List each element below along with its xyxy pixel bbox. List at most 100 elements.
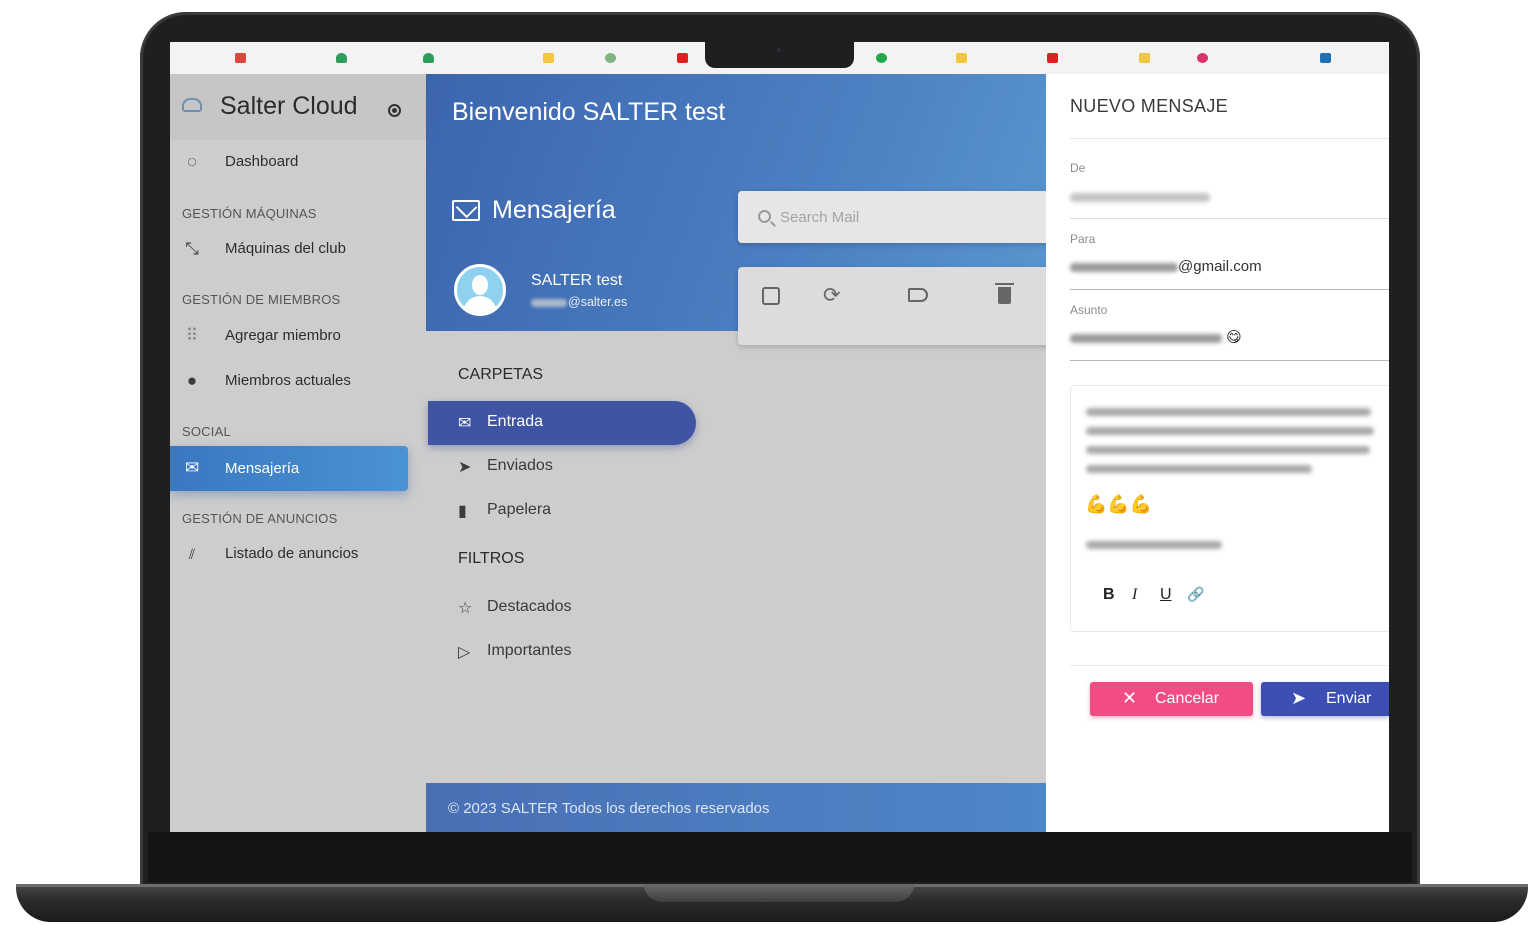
youtube-icon[interactable] [677, 53, 688, 63]
footer-text: © 2023 SALTER Todos los derechos reserva… [448, 800, 770, 817]
folder-label: Entrada [487, 413, 544, 430]
envelope-icon: ✉ [184, 458, 200, 477]
cloud-logo-icon [182, 98, 202, 112]
from-field[interactable] [1070, 188, 1210, 205]
instagram-icon[interactable] [1197, 53, 1208, 63]
redacted-text [1070, 262, 1178, 272]
redacted-text [1086, 465, 1312, 473]
label-icon: ▷ [458, 644, 471, 661]
laptop-base-notch [644, 884, 914, 902]
filter-label: Importantes [487, 642, 572, 659]
send-button[interactable]: ➤ Enviar [1261, 682, 1389, 716]
emoji: 💪💪💪 [1085, 494, 1153, 514]
divider [1070, 665, 1389, 666]
subject-label: Asunto [1070, 303, 1108, 317]
folder-label: Papelera [487, 501, 552, 518]
cancel-label: Cancelar [1155, 690, 1220, 707]
send-icon: ➤ [1291, 688, 1307, 708]
sidebar-item-ads-list[interactable]: ⫽ Listado de anuncios [170, 534, 426, 574]
brand-header: Salter Cloud [170, 74, 426, 140]
emoji: 😋 [1226, 329, 1242, 346]
trash-icon[interactable] [995, 283, 1014, 304]
redacted-text [1086, 427, 1374, 435]
brand-title: Salter Cloud [220, 92, 358, 120]
filters-heading: FILTROS [458, 550, 525, 567]
grid-icon: ⠿ [185, 326, 199, 345]
sidebar-item-label: Máquinas del club [225, 240, 346, 257]
redacted-text [1086, 408, 1371, 416]
sidebar-toggle-radio[interactable] [388, 104, 401, 117]
section-social: SOCIAL [182, 424, 231, 439]
sidebar-item-label: Dashboard [225, 153, 299, 170]
sidebar-item-current-members[interactable]: ● Miembros actuales [170, 361, 426, 401]
compose-panel: NUEVO MENSAJE De Para @gmail.com Asunto … [1046, 74, 1389, 832]
select-all-checkbox[interactable] [762, 287, 780, 305]
italic-button[interactable]: I [1132, 586, 1137, 604]
close-icon: ✕ [1122, 688, 1138, 708]
folder-inbox[interactable]: ✉ Entrada [428, 401, 696, 445]
from-underline [1070, 218, 1389, 219]
folder-sent[interactable]: ➤ Enviados [428, 445, 696, 489]
trash-icon: ▮ [458, 503, 467, 520]
sidebar-item-label: Agregar miembro [225, 327, 341, 344]
footer: © 2023 SALTER Todos los derechos reserva… [426, 783, 1046, 832]
search-input[interactable]: Search Mail [780, 209, 859, 226]
youtube-icon[interactable] [1047, 53, 1058, 63]
printer-icon[interactable] [605, 53, 616, 63]
section-members: GESTIÓN DE MIEMBROS [182, 292, 341, 307]
folder-icon[interactable] [956, 53, 967, 63]
refresh-icon[interactable]: ⟳ [823, 283, 841, 308]
drive-icon[interactable] [336, 53, 347, 63]
broadcast-icon: ⫽ [188, 546, 196, 562]
to-domain: @gmail.com [1178, 258, 1262, 275]
email-domain: @salter.es [568, 295, 628, 309]
user-circle-icon: ● [186, 371, 198, 390]
cancel-button[interactable]: ✕ Cancelar [1090, 682, 1253, 716]
subject-field[interactable]: 😋 [1070, 328, 1242, 346]
gmail-icon[interactable] [235, 53, 246, 63]
sidebar-item-add-member[interactable]: ⠿ Agregar miembro [170, 316, 426, 356]
linkedin-icon[interactable] [1320, 53, 1331, 63]
redacted-text [1086, 446, 1370, 454]
user-email: @salter.es [531, 295, 627, 309]
filter-starred[interactable]: ☆ Destacados [428, 586, 696, 630]
avatar[interactable] [454, 264, 506, 316]
message-editor[interactable]: 💪💪💪 B I U 🔗 [1070, 385, 1389, 632]
whatsapp-icon[interactable] [876, 53, 887, 63]
label-icon[interactable] [908, 288, 928, 302]
search-icon [758, 210, 771, 223]
divider [1070, 138, 1389, 139]
drive-icon[interactable] [423, 53, 434, 63]
sidebar-item-label: Mensajería [225, 460, 300, 477]
to-field[interactable]: @gmail.com [1070, 258, 1262, 275]
search-box[interactable]: Search Mail [738, 191, 1058, 243]
folders-heading: CARPETAS [458, 366, 544, 383]
underline-button[interactable]: U [1160, 586, 1172, 604]
avatar-body [463, 296, 497, 313]
sidebar: Salter Cloud ◌ Dashboard GESTIÓN MÁQUINA… [170, 74, 426, 832]
palette-icon: ◌ [186, 152, 198, 171]
sidebar-item-messaging[interactable]: ✉ Mensajería [170, 446, 408, 491]
sidebar-item-label: Miembros actuales [225, 372, 351, 389]
folder-icon[interactable] [543, 53, 554, 63]
bold-button[interactable]: B [1103, 586, 1115, 604]
redacted-text [1086, 541, 1222, 549]
sidebar-item-label: Listado de anuncios [225, 545, 359, 562]
bookmark-bar [170, 42, 1389, 74]
camera-notch [705, 42, 854, 68]
sidebar-item-dashboard[interactable]: ◌ Dashboard [170, 142, 426, 182]
link-icon[interactable]: 🔗 [1187, 586, 1204, 603]
sidebar-item-machines[interactable]: ⤡ Máquinas del club [170, 229, 426, 269]
subject-underline [1070, 360, 1389, 361]
section-ads: GESTIÓN DE ANUNCIOS [182, 511, 338, 526]
filter-label: Destacados [487, 598, 572, 615]
filter-important[interactable]: ▷ Importantes [428, 630, 696, 674]
redacted-text [531, 298, 567, 307]
star-icon: ☆ [458, 600, 473, 617]
welcome-title: Bienvenido SALTER test [452, 98, 726, 126]
compose-title: NUEVO MENSAJE [1070, 96, 1228, 116]
envelope-icon: ✉ [458, 415, 472, 432]
folder-trash[interactable]: ▮ Papelera [428, 489, 696, 533]
camera-icon [777, 48, 781, 52]
folder-icon[interactable] [1139, 53, 1150, 63]
